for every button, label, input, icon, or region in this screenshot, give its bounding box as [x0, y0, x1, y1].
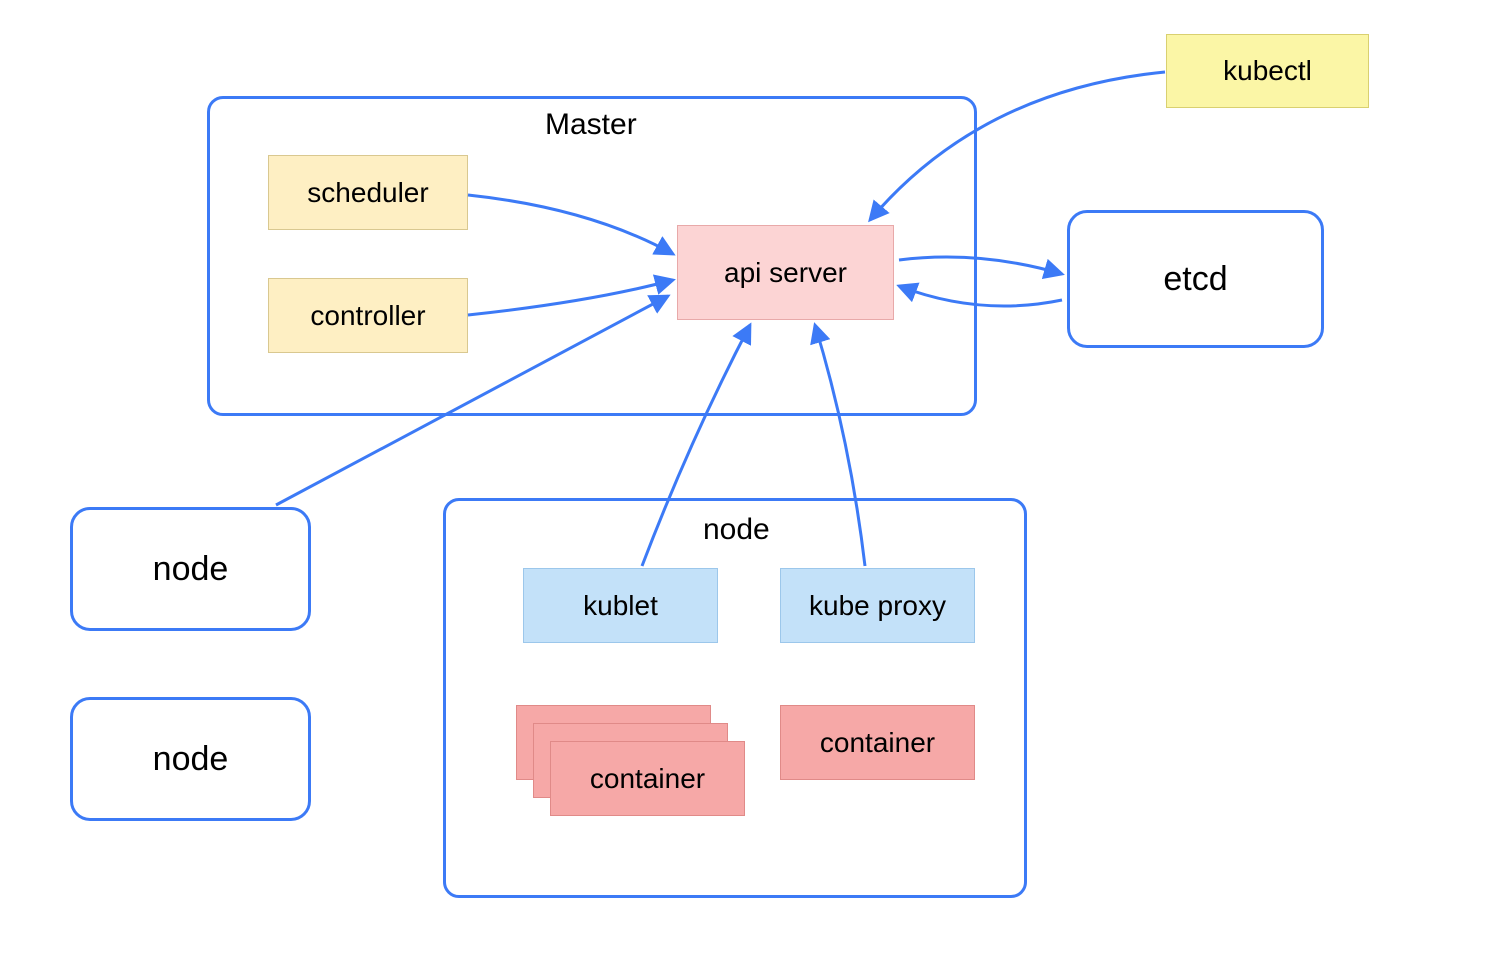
- container-stack-front: container: [550, 741, 745, 816]
- node-left-1: node: [70, 507, 311, 631]
- container-single: container: [780, 705, 975, 780]
- worker-node-box: [443, 498, 1027, 898]
- node-left-2: node: [70, 697, 311, 821]
- kubectl-box: kubectl: [1166, 34, 1369, 108]
- kubelet-box: kublet: [523, 568, 718, 643]
- apiserver-box: api server: [677, 225, 894, 320]
- controller-box: controller: [268, 278, 468, 353]
- scheduler-box: scheduler: [268, 155, 468, 230]
- etcd-box: etcd: [1067, 210, 1324, 348]
- master-title: Master: [545, 108, 637, 142]
- worker-node-title: node: [703, 513, 770, 547]
- kubeproxy-box: kube proxy: [780, 568, 975, 643]
